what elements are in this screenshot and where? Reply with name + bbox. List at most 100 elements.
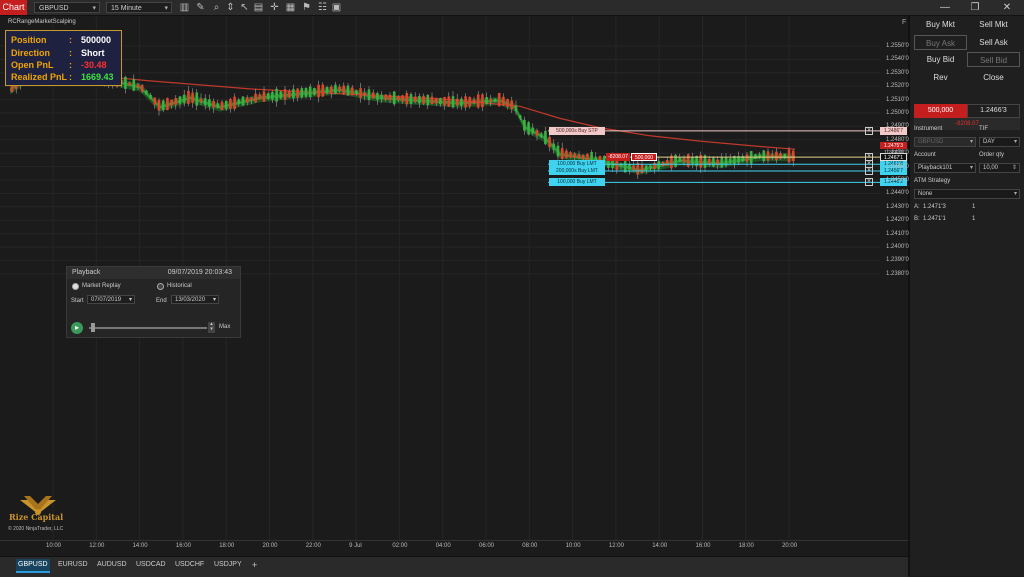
tab-gbpusd[interactable]: GBPUSD xyxy=(16,559,50,573)
historical-radio[interactable] xyxy=(157,283,164,290)
pointer-icon[interactable]: ↖ xyxy=(238,1,251,14)
start-date-picker[interactable]: 07/07/2019 ▾ xyxy=(87,295,135,304)
ema-ribbon xyxy=(10,66,795,175)
indicators-icon[interactable]: ▦ xyxy=(284,1,297,14)
candle-body xyxy=(224,100,228,109)
candle-body xyxy=(161,100,165,111)
copyright-text: © 2020 NinjaTrader, LLC xyxy=(8,526,64,532)
time-tick-label: 02:00 xyxy=(392,543,408,549)
buy-bid-button[interactable]: Buy Bid xyxy=(914,52,967,67)
draw-tool-icon[interactable]: ✎ xyxy=(194,1,207,14)
time-tick-label: 10:00 xyxy=(565,543,581,549)
candle-body xyxy=(434,97,438,104)
chart-tab[interactable]: Chart xyxy=(0,0,27,15)
playback-window[interactable]: Playback 09/07/2019 20:03:43 Market Repl… xyxy=(66,266,241,338)
data-box-icon[interactable]: ▤ xyxy=(252,1,265,14)
restore-icon[interactable]: ❐ xyxy=(960,0,990,15)
strategies-icon[interactable]: ⚑ xyxy=(300,1,313,14)
speed-slider[interactable] xyxy=(89,327,207,329)
sell-mkt-button[interactable]: Sell Mkt xyxy=(967,17,1020,32)
atm-strategy-select[interactable]: None ▾ xyxy=(914,189,1020,199)
order-label[interactable]: 200,000s Buy LMT xyxy=(549,167,605,176)
candle-body xyxy=(762,150,766,162)
candle-body xyxy=(233,96,236,110)
candle-body xyxy=(271,91,274,100)
time-tick-label: 08:00 xyxy=(522,543,538,549)
order-qty-stepper[interactable]: 10,00 ⇕ xyxy=(979,163,1020,173)
cancel-order-icon[interactable]: × xyxy=(865,178,873,187)
sell-ask-button[interactable]: Sell Ask xyxy=(967,35,1020,50)
time-tick-label: 20:00 xyxy=(782,543,798,549)
play-button[interactable]: ▸ xyxy=(71,322,83,334)
candle-body xyxy=(506,99,509,107)
close-position-button[interactable]: Close xyxy=(967,70,1020,85)
start-date-value: 07/07/2019 xyxy=(91,297,122,303)
account-select[interactable]: Playback101 ▾ xyxy=(914,163,976,173)
candle-body xyxy=(401,95,404,102)
open-pnl-row: Open PnL: -30.48 xyxy=(11,60,107,70)
order-label[interactable]: 100,000 Buy LMT xyxy=(549,178,605,187)
close-window-icon[interactable]: ✕ xyxy=(992,0,1022,15)
candle-body xyxy=(283,89,287,100)
instrument-selector[interactable]: GBPUSD ▾ xyxy=(34,2,100,13)
max-label: Max xyxy=(219,324,231,330)
candle-body xyxy=(300,88,304,98)
candle-body xyxy=(275,88,278,102)
cancel-order-icon[interactable]: × xyxy=(865,126,873,135)
position-label: Position xyxy=(11,35,47,45)
position-qty-label[interactable]: 500,000 xyxy=(631,153,657,162)
market-replay-radio[interactable] xyxy=(72,283,79,290)
interval-selector[interactable]: 15 Minute ▾ xyxy=(106,2,172,13)
candle-body xyxy=(304,87,308,97)
time-tick-label: 18:00 xyxy=(219,543,235,549)
tab-usdcad[interactable]: USDCAD xyxy=(134,559,168,571)
speed-spinner[interactable]: ▴ ▾ xyxy=(208,322,215,333)
candle-body xyxy=(510,100,514,110)
position-pnl-label[interactable]: -8208.07 xyxy=(606,153,630,162)
speed-slider-handle[interactable] xyxy=(91,323,96,332)
chevron-down-icon: ▾ xyxy=(1013,139,1017,145)
candle-body xyxy=(565,150,568,158)
bid-size: 1 xyxy=(972,216,976,222)
candle-body xyxy=(581,154,585,160)
candle-body xyxy=(745,154,749,162)
time-tick-label: 12:00 xyxy=(89,543,105,549)
reverse-button[interactable]: Rev xyxy=(914,70,967,85)
candle-body xyxy=(409,94,413,104)
candle-body xyxy=(334,84,337,94)
price-axis[interactable] xyxy=(880,16,908,540)
candle-body xyxy=(397,96,400,101)
scale-icon[interactable]: ⇕ xyxy=(224,1,237,14)
tab-usdjpy[interactable]: USDJPY xyxy=(212,559,244,571)
properties-icon[interactable]: ☷ xyxy=(316,1,329,14)
tab-audusd[interactable]: AUDUSD xyxy=(95,559,129,571)
end-date-picker[interactable]: 13/03/2020 ▾ xyxy=(171,295,219,304)
time-tick-label: 16:00 xyxy=(175,543,191,549)
open-pnl-value: -30.48 xyxy=(81,60,107,70)
camera-icon[interactable]: ▣ xyxy=(330,1,343,14)
price-tick-label: 1.2530'0 xyxy=(886,69,909,76)
candle-body xyxy=(640,164,644,174)
close-position-icon[interactable]: × xyxy=(865,153,873,162)
buy-mkt-button[interactable]: Buy Mkt xyxy=(914,17,967,32)
candle-body xyxy=(216,103,220,108)
account-select-value: Playback101 xyxy=(918,165,953,171)
tab-eurusd[interactable]: EURUSD xyxy=(56,559,90,571)
cancel-order-icon[interactable]: × xyxy=(865,167,873,176)
candle-body xyxy=(266,93,270,99)
buy-ask-button[interactable]: Buy Ask xyxy=(914,35,967,50)
candle-body xyxy=(514,105,518,112)
price-tick-label: 1.2410'0 xyxy=(886,230,909,237)
zoom-icon[interactable]: ⌕ xyxy=(210,1,223,14)
chevron-down-icon: ▾ xyxy=(969,139,973,145)
bars-icon[interactable]: ▥ xyxy=(178,1,191,14)
tab-usdchf[interactable]: USDCHF xyxy=(173,559,206,571)
instrument-select[interactable]: GBPUSD ▾ xyxy=(914,137,976,147)
candle-body xyxy=(124,76,127,89)
order-label[interactable]: 500,000s Buy STP xyxy=(549,126,605,135)
add-tab-button[interactable]: + xyxy=(250,559,259,571)
minimize-icon[interactable]: — xyxy=(930,0,960,15)
crosshair-icon[interactable]: ✛ xyxy=(268,1,281,14)
tif-select[interactable]: DAY ▾ xyxy=(979,137,1020,147)
sell-bid-button[interactable]: Sell Bid xyxy=(967,52,1020,67)
